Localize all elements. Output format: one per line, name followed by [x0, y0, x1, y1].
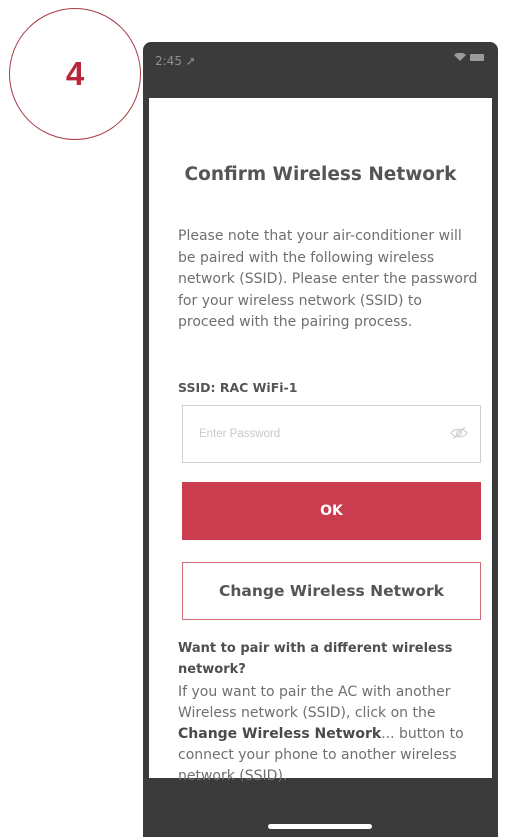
step-number-badge: 4: [9, 8, 141, 140]
status-icons: [454, 53, 484, 61]
dialog-title: Confirm Wireless Network: [184, 164, 457, 185]
ssid-label: SSID: RAC WiFi-1: [178, 380, 298, 395]
step-number: 4: [65, 55, 85, 92]
ok-button[interactable]: OK: [182, 482, 481, 540]
change-wireless-network-button[interactable]: Change Wireless Network: [182, 562, 481, 620]
battery-icon: [470, 53, 484, 61]
different-network-text: If you want to pair the AC with another …: [178, 684, 464, 784]
change-network-reference: Change Wireless Network: [178, 726, 382, 742]
intro-text: Please note that your air-conditioner wi…: [178, 228, 478, 330]
status-time: 2:45 ➚: [155, 54, 196, 68]
phone-screen: 2:45 ➚ Confirm Wireless Network Please n…: [143, 42, 498, 837]
confirm-network-dialog: Confirm Wireless Network Please note tha…: [149, 98, 492, 784]
password-input[interactable]: [199, 424, 429, 444]
different-network-heading: Want to pair with a different wireless n…: [178, 641, 453, 677]
status-bar: 2:45 ➚: [143, 42, 498, 98]
password-field[interactable]: [182, 405, 481, 463]
eye-slash-icon[interactable]: [450, 426, 468, 440]
location-arrow-icon: ➚: [185, 54, 196, 68]
wifi-icon: [454, 53, 466, 61]
home-indicator[interactable]: [268, 824, 372, 829]
